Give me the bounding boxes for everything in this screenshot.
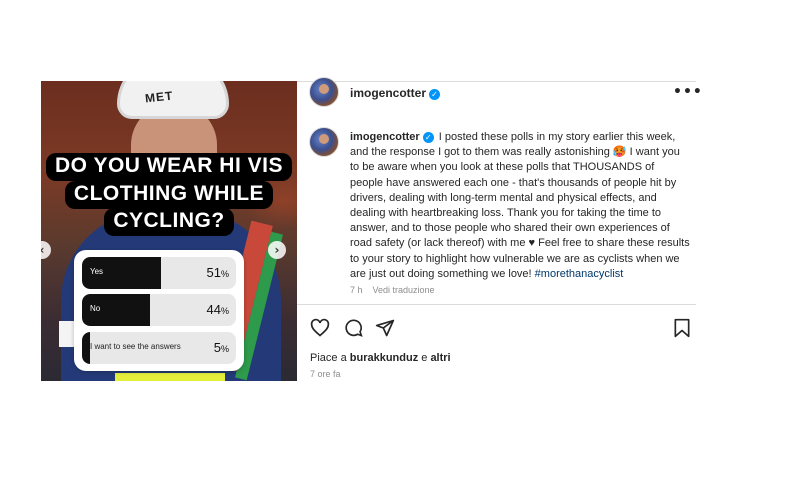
- see-translation-link[interactable]: Vedi traduzione: [373, 285, 435, 295]
- carousel-prev-button[interactable]: ‹: [41, 241, 51, 259]
- share-icon[interactable]: [375, 318, 395, 338]
- poll-option-percent: 5%: [214, 340, 229, 355]
- likes-suffix: e: [418, 352, 431, 364]
- poll-percent-value: 44: [206, 302, 221, 317]
- actions-divider: [297, 304, 696, 305]
- poll-question-text-2: CLOTHING WHILE: [64, 181, 274, 209]
- poll-percent-value: 5: [213, 340, 221, 355]
- verified-badge-icon: ✓: [429, 89, 441, 100]
- poll-option-no: No 44%: [82, 294, 236, 326]
- poll-option-yes: Yes 51%: [82, 257, 236, 289]
- poll-card: Yes 51% No 44% I want to see the answers…: [74, 250, 244, 371]
- caption-meta: 7 h Vedi traduzione: [350, 285, 690, 295]
- poll-option-percent: 51%: [207, 265, 229, 280]
- author-avatar[interactable]: [309, 77, 339, 107]
- poll-percent-sign: %: [220, 269, 229, 279]
- caption-avatar[interactable]: [309, 127, 339, 157]
- liked-by-user-link[interactable]: burakkunduz: [350, 352, 418, 364]
- poll-fill-bar: [82, 332, 90, 364]
- more-icon[interactable]: •••: [673, 84, 703, 100]
- poll-question-line-1: DO YOU WEAR HI VIS: [45, 153, 293, 181]
- caption-text-block: imogencotter ✓ I posted these polls in my…: [350, 130, 690, 282]
- poll-question-text-1: DO YOU WEAR HI VIS: [46, 153, 292, 181]
- post-media[interactable]: MET DO YOU WEAR HI VIS CLOTHING WHILE CY…: [41, 81, 297, 381]
- author-username[interactable]: imogencotter ✓: [350, 86, 441, 100]
- poll-option-label: I want to see the answers: [90, 342, 181, 351]
- likes-summary: Piace a burakkunduz e altri: [310, 352, 451, 364]
- heart-icon[interactable]: [310, 318, 330, 338]
- poll-option-label: Yes: [90, 267, 104, 276]
- likes-prefix: Piace a: [310, 352, 350, 364]
- poll-question-text-3: CYCLING?: [104, 208, 234, 236]
- poll-option-percent: 44%: [207, 302, 229, 317]
- caption-username[interactable]: imogencotter ✓: [350, 131, 434, 143]
- photo-hi-vis-strap: [115, 373, 225, 381]
- helmet-brand-text: MET: [144, 88, 174, 106]
- poll-question-line-2: CLOTHING WHILE: [45, 181, 293, 209]
- poll-percent-value: 51: [206, 265, 221, 280]
- poll-question-line-3: CYCLING?: [45, 208, 293, 236]
- caption-age: 7 h: [350, 285, 363, 296]
- caption-body: I posted these polls in my story earlier…: [350, 131, 690, 280]
- comment-icon[interactable]: [343, 318, 363, 338]
- verified-badge-icon: ✓: [422, 132, 434, 143]
- caption-username-text[interactable]: imogencotter: [350, 131, 420, 143]
- caption-hashtag-link[interactable]: #morethanacyclist: [535, 268, 624, 280]
- poll-percent-sign: %: [220, 344, 229, 354]
- poll-option-label: No: [90, 304, 101, 313]
- liked-by-others-link[interactable]: altri: [430, 352, 450, 364]
- bookmark-icon[interactable]: [672, 318, 692, 338]
- post-timestamp[interactable]: 7 ore fa: [310, 369, 341, 379]
- carousel-next-button[interactable]: ›: [268, 241, 286, 259]
- header-top-border: [297, 81, 696, 82]
- poll-percent-sign: %: [220, 306, 229, 316]
- author-username-text[interactable]: imogencotter: [350, 86, 426, 100]
- caption-scroll-area[interactable]: imogencotter ✓ I posted these polls in my…: [350, 130, 690, 302]
- poll-option-see-answers: I want to see the answers 5%: [82, 332, 236, 364]
